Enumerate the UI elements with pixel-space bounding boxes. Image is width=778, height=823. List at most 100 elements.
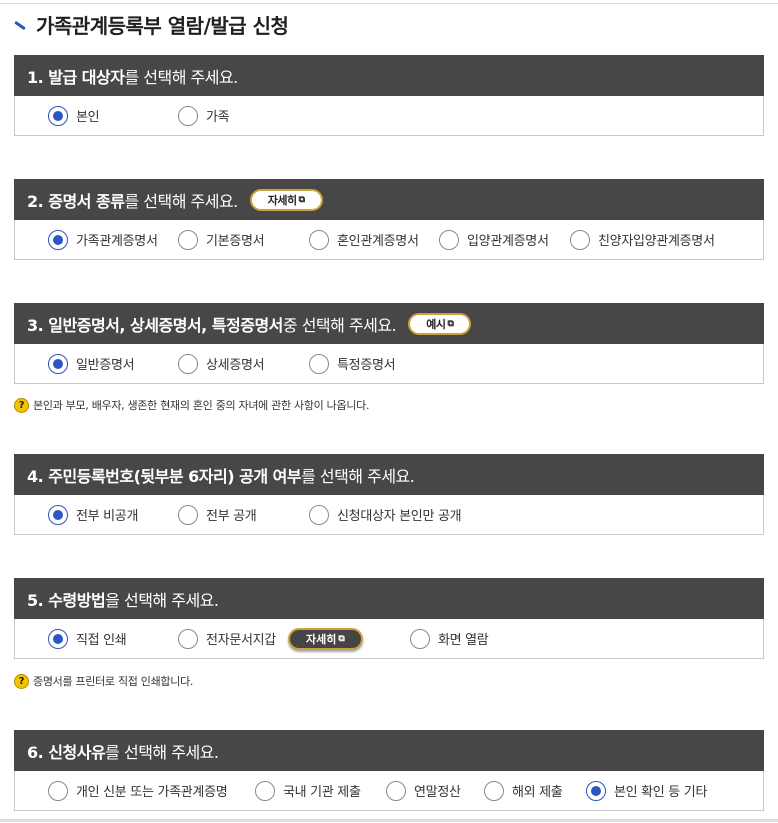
section-title-bold: 2. 증명서 종류 [27, 191, 125, 211]
radio-option-self[interactable]: 본인 [48, 96, 100, 135]
radio-option-detailed[interactable]: 상세증명서 [178, 344, 265, 383]
option-label: 혼인관계증명서 [337, 234, 419, 249]
radio-button-selected[interactable] [48, 229, 68, 250]
option-label: 국내 기관 제출 [283, 785, 361, 800]
radio-button[interactable] [439, 229, 459, 250]
e-wallet-details-button[interactable]: 자세히 ⧉ [287, 627, 363, 650]
radio-option-self-public[interactable]: 신청대상자 본인만 공개 [309, 495, 462, 534]
radio-button[interactable] [570, 229, 590, 250]
page-title-text: 가족관계등록부 열람/발급 신청 [36, 13, 289, 38]
radio-button[interactable] [178, 628, 198, 649]
section-title-bold: 3. 일반증명서, 상세증명서, 특정증명서 [27, 315, 283, 335]
section-title-rest: 중 선택해 주세요. [282, 315, 397, 335]
option-label: 해외 제출 [512, 785, 563, 800]
help-note-text: 본인과 부모, 배우자, 생존한 현재의 혼인 중의 자녀에 관한 사항이 나옵… [33, 399, 370, 412]
radio-button[interactable] [309, 229, 329, 250]
radio-option-overseas[interactable]: 해외 제출 [484, 771, 563, 810]
radio-button[interactable] [178, 353, 198, 374]
top-divider [0, 3, 778, 4]
section-reason: 6. 신청사유 를 선택해 주세요. 개인 신분 또는 가족관계증명 국내 기관 … [14, 730, 764, 811]
radio-option-adoption[interactable]: 입양관계증명서 [439, 220, 549, 259]
option-label: 상세증명서 [206, 358, 265, 373]
radio-option-family[interactable]: 가족 [178, 96, 230, 135]
section-header: 3. 일반증명서, 상세증명서, 특정증명서 중 선택해 주세요. 예시 ⧉ [14, 303, 764, 344]
radio-option-identity[interactable]: 개인 신분 또는 가족관계증명 [48, 771, 228, 810]
radio-option-screen-view[interactable]: 화면 열람 [410, 619, 489, 658]
radio-option-year-end-tax[interactable]: 연말정산 [386, 771, 461, 810]
section-header: 4. 주민등록번호(뒷부분 6자리) 공개 여부 를 선택해 주세요. [14, 454, 764, 495]
section-header: 1. 발급 대상자 를 선택해 주세요. [14, 55, 764, 96]
radio-button[interactable] [410, 628, 430, 649]
external-link-icon: ⧉ [298, 194, 305, 205]
option-label: 전부 공개 [206, 509, 257, 524]
option-label: 신청대상자 본인만 공개 [337, 509, 462, 524]
external-link-icon: ⧉ [447, 318, 454, 329]
help-note: ? 증명서를 프린터로 직접 인쇄합니다. [14, 673, 193, 689]
option-label: 일반증명서 [76, 358, 135, 373]
radio-button[interactable] [309, 504, 329, 525]
radio-option-all-public[interactable]: 전부 공개 [178, 495, 257, 534]
radio-button[interactable] [178, 229, 198, 250]
section-title-rest: 를 선택해 주세요. [124, 191, 238, 211]
radio-option-e-wallet[interactable]: 전자문서지갑 자세히 ⧉ [178, 619, 363, 658]
option-label: 기본증명서 [206, 234, 265, 249]
radio-option-marriage[interactable]: 혼인관계증명서 [309, 220, 419, 259]
radio-button-selected[interactable] [48, 353, 68, 374]
option-label: 특정증명서 [337, 358, 396, 373]
option-label: 가족관계증명서 [76, 234, 158, 249]
radio-button[interactable] [484, 780, 504, 801]
radio-button[interactable] [178, 105, 198, 126]
option-label: 전자문서지갑 [206, 633, 276, 648]
option-label: 개인 신분 또는 가족관계증명 [76, 785, 228, 800]
bottom-divider [0, 819, 778, 822]
section-certificate-detail: 3. 일반증명서, 상세증명서, 특정증명서 중 선택해 주세요. 예시 ⧉ 일반… [14, 303, 764, 384]
option-row: 본인 가족 [14, 96, 764, 136]
section-title-rest: 을 선택해 주세요. [105, 590, 219, 610]
section-title-bold: 4. 주민등록번호(뒷부분 6자리) 공개 여부 [27, 466, 302, 486]
radio-option-family-relation[interactable]: 가족관계증명서 [48, 220, 158, 259]
example-button-label: 예시 [426, 317, 446, 331]
option-label: 전부 비공개 [76, 509, 139, 524]
option-label: 가족 [206, 110, 230, 125]
radio-option-all-private[interactable]: 전부 비공개 [48, 495, 138, 534]
section-title-bold: 6. 신청사유 [27, 742, 106, 762]
radio-button-selected[interactable] [48, 105, 68, 126]
section-title-rest: 를 선택해 주세요. [301, 466, 415, 486]
option-row: 개인 신분 또는 가족관계증명 국내 기관 제출 연말정산 해외 제출 본인 확… [14, 771, 764, 811]
option-label: 본인 [76, 110, 100, 125]
help-icon: ? [14, 673, 29, 689]
radio-button[interactable] [178, 504, 198, 525]
radio-button[interactable] [48, 780, 68, 801]
radio-option-general[interactable]: 일반증명서 [48, 344, 135, 383]
option-label: 연말정산 [414, 785, 461, 800]
radio-button-selected[interactable] [48, 628, 68, 649]
page-title: 가족관계등록부 열람/발급 신청 [14, 8, 289, 40]
example-button[interactable]: 예시 ⧉ [408, 312, 472, 335]
details-button[interactable]: 자세히 ⧉ [249, 188, 323, 211]
section-header: 6. 신청사유 를 선택해 주세요. [14, 730, 764, 771]
radio-button[interactable] [255, 780, 275, 801]
section-header: 5. 수령방법 을 선택해 주세요. [14, 578, 764, 619]
radio-option-specific[interactable]: 특정증명서 [309, 344, 396, 383]
help-note-text: 증명서를 프린터로 직접 인쇄합니다. [33, 675, 194, 688]
section-resident-number: 4. 주민등록번호(뒷부분 6자리) 공개 여부 를 선택해 주세요. 전부 비공… [14, 454, 764, 535]
help-note: ? 본인과 부모, 배우자, 생존한 현재의 혼인 중의 자녀에 관한 사항이 … [14, 397, 369, 413]
details-button-label: 자세히 [305, 632, 337, 646]
radio-button-selected[interactable] [586, 780, 606, 801]
radio-button-selected[interactable] [48, 504, 68, 525]
radio-button[interactable] [386, 780, 406, 801]
radio-option-domestic[interactable]: 국내 기관 제출 [255, 771, 361, 810]
title-accent-icon [14, 20, 26, 30]
option-row: 일반증명서 상세증명서 특정증명서 [14, 344, 764, 384]
radio-button[interactable] [309, 353, 329, 374]
external-link-icon: ⧉ [338, 633, 345, 644]
section-title-rest: 를 선택해 주세요. [124, 67, 238, 87]
section-target: 1. 발급 대상자 를 선택해 주세요. 본인 가족 [14, 55, 764, 136]
radio-option-full-adoption[interactable]: 친양자입양관계증명서 [570, 220, 715, 259]
option-row: 직접 인쇄 전자문서지갑 자세히 ⧉ 화면 열람 [14, 619, 764, 659]
section-title-bold: 1. 발급 대상자 [27, 67, 125, 87]
radio-option-other[interactable]: 본인 확인 등 기타 [586, 771, 707, 810]
radio-option-basic[interactable]: 기본증명서 [178, 220, 265, 259]
option-row: 가족관계증명서 기본증명서 혼인관계증명서 입양관계증명서 친양자입양관계증명서 [14, 220, 764, 260]
radio-option-print[interactable]: 직접 인쇄 [48, 619, 127, 658]
